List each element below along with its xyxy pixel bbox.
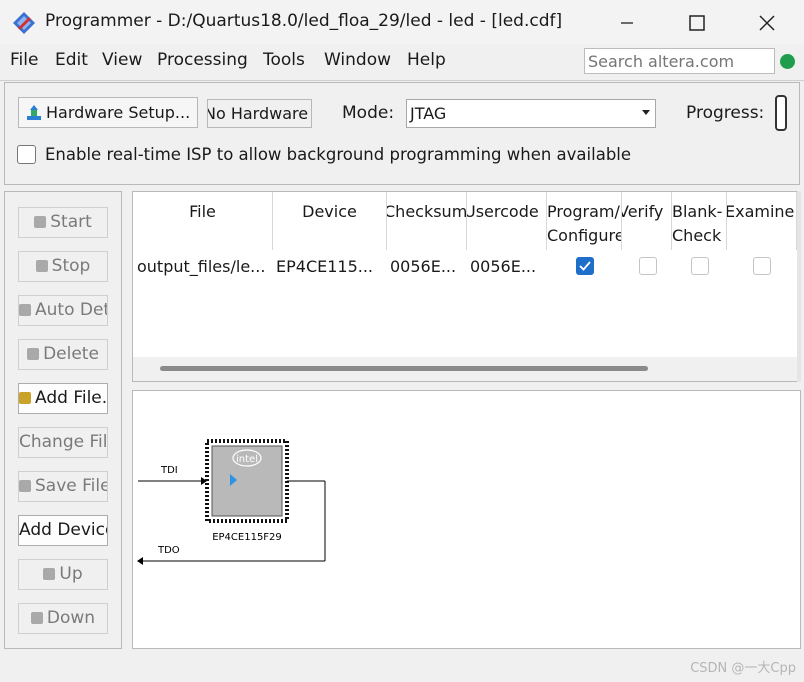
mode-select[interactable]: JTAG (406, 99, 656, 128)
search-input[interactable] (584, 48, 775, 74)
isp-checkbox[interactable] (17, 145, 36, 164)
progress-label: Progress: (686, 103, 765, 123)
cell-device[interactable]: EP4CE115... (276, 257, 384, 276)
menu-processing[interactable]: Processing (157, 50, 248, 70)
header-device[interactable]: Device (273, 192, 387, 250)
cell-file[interactable]: output_files/le... (137, 257, 271, 276)
side-button-1[interactable]: Stop (18, 251, 108, 282)
start-icon (34, 216, 47, 228)
jtag-chain-svg: intel TDI TDO EP4CE115F29 (137, 439, 326, 565)
header-file[interactable]: File (133, 192, 273, 250)
side-button-label: Down (46, 608, 96, 628)
side-button-3[interactable]: Delete (18, 339, 108, 370)
title-bar: Programmer - D:/Quartus18.0/led_floa_29/… (0, 0, 804, 44)
maximize-icon[interactable] (682, 10, 712, 36)
cell-checksum: 0056E... (390, 257, 457, 276)
watermark: CSDN @一大Cpp (690, 661, 796, 676)
jtag-chain-diagram: intel TDI TDO EP4CE115F29 (132, 390, 801, 649)
mode-value: JTAG (410, 104, 447, 123)
down-icon (30, 612, 43, 624)
chip-label: EP4CE115F29 (212, 532, 282, 543)
mode-label: Mode: (342, 103, 395, 123)
device-table: File Device Checksum Usercode Program/ C… (132, 191, 801, 382)
side-button-label: Stop (51, 256, 91, 276)
side-button-label: Save File (35, 476, 108, 496)
header-usercode[interactable]: Usercode (467, 192, 547, 250)
menu-help[interactable]: Help (407, 50, 446, 70)
side-button-label: Add File... (35, 388, 108, 408)
side-button-0[interactable]: Start (18, 207, 108, 238)
scrollbar-thumb[interactable] (160, 366, 648, 371)
progress-bar (775, 95, 787, 131)
hardware-setup-icon (27, 105, 41, 120)
auto-detect-icon (19, 304, 31, 316)
side-button-label: Change File... (19, 432, 108, 452)
header-program-configure[interactable]: Program/ Configure (547, 192, 622, 250)
intel-logo: intel (236, 454, 258, 465)
delete-icon (27, 348, 40, 360)
menu-tools[interactable]: Tools (263, 50, 305, 70)
chevron-down-icon (642, 110, 650, 115)
side-button-2[interactable]: Auto Detect (18, 295, 108, 326)
side-button-4[interactable]: Add File... (18, 383, 108, 414)
checkmark-icon (579, 261, 591, 271)
verify-checkbox[interactable] (639, 257, 657, 275)
vertical-scroll-edge (797, 191, 801, 382)
hardware-status: No Hardware (207, 99, 312, 128)
minimize-icon[interactable] (612, 10, 642, 36)
isp-label: Enable real-time ISP to allow background… (45, 145, 632, 164)
hardware-setup-button[interactable]: Hardware Setup... (18, 97, 198, 128)
add-file-icon (19, 392, 31, 404)
examine-checkbox[interactable] (753, 257, 771, 275)
tdo-label: TDO (157, 545, 180, 556)
side-button-6[interactable]: Save File (18, 471, 108, 502)
up-icon (43, 568, 56, 580)
tdi-label: TDI (160, 465, 178, 476)
header-examine[interactable]: Examine (727, 192, 797, 250)
header-checksum[interactable]: Checksum (387, 192, 467, 250)
stop-icon (35, 260, 48, 272)
cell-usercode: 0056E... (470, 257, 537, 276)
globe-icon[interactable] (780, 54, 795, 69)
save-icon (19, 480, 31, 492)
side-button-label: Auto Detect (35, 300, 108, 320)
side-button-label: Start (50, 212, 92, 232)
window-title: Programmer - D:/Quartus18.0/led_floa_29/… (45, 11, 563, 31)
side-button-7[interactable]: Add Device... (18, 515, 108, 546)
hardware-status-label: No Hardware (207, 104, 309, 123)
tdo-arrow (137, 557, 143, 565)
hardware-setup-label: Hardware Setup... (46, 103, 191, 122)
menu-view[interactable]: View (102, 50, 142, 70)
menu-file[interactable]: File (10, 50, 38, 70)
menu-edit[interactable]: Edit (55, 50, 88, 70)
side-button-label: Add Device... (19, 520, 107, 540)
horizontal-scrollbar[interactable] (133, 357, 800, 381)
blank-check-checkbox[interactable] (691, 257, 709, 275)
close-icon[interactable] (752, 10, 782, 36)
quartus-programmer-icon (13, 12, 35, 34)
side-button-5[interactable]: Change File... (18, 427, 108, 458)
side-button-label: Delete (43, 344, 99, 364)
program-checkbox[interactable] (576, 257, 594, 275)
side-button-9[interactable]: Down (18, 603, 108, 634)
header-verify[interactable]: Verify (622, 192, 672, 250)
menu-window[interactable]: Window (324, 50, 391, 70)
side-button-8[interactable]: Up (18, 559, 108, 590)
side-button-label: Up (59, 564, 83, 584)
header-blank-check[interactable]: Blank- Check (672, 192, 727, 250)
